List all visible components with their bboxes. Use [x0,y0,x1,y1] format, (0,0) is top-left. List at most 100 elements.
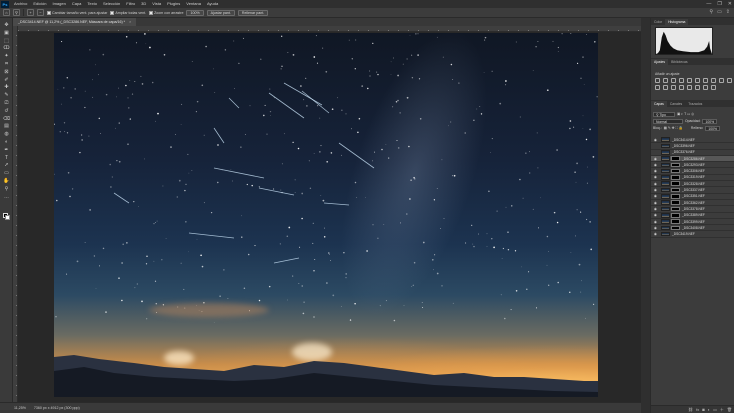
menu-item-texto[interactable]: Texto [84,0,100,8]
menu-item-filtro[interactable]: Filtro [123,0,138,8]
layer-thumbnail[interactable] [661,194,670,199]
visibility-eye-icon[interactable]: ◉ [653,175,658,179]
fill-input[interactable]: 100% [705,125,721,131]
share-icon[interactable]: ⇪ [726,9,730,15]
visibility-eye-icon[interactable]: ◉ [653,138,658,142]
menu-item-3d[interactable]: 3D [138,0,149,8]
menu-item-plugins[interactable]: Plugins [164,0,183,8]
eyedropper-tool-icon[interactable]: ✐ [3,77,10,83]
adjustment-preset-icon[interactable] [703,85,708,90]
minimize-icon[interactable]: — [706,0,711,8]
adjustment-preset-icon[interactable] [727,78,732,83]
zoom-out-icon[interactable]: − [37,9,44,16]
dodge-tool-icon[interactable]: ◐ [3,139,10,145]
trash-icon[interactable]: 🗑 [727,407,732,412]
layer-thumbnail[interactable] [661,206,670,212]
zoom-tool-icon[interactable]: ⚲ [13,9,20,16]
layer-thumbnail[interactable] [661,162,670,168]
layer-mask-thumbnail[interactable] [671,175,680,180]
adjustment-preset-icon[interactable] [671,85,676,90]
tab-layers[interactable]: Capas [651,101,667,107]
layer-mask-thumbnail[interactable] [671,187,680,193]
menu-item-capa[interactable]: Capa [69,0,85,8]
kind-filter-select[interactable]: ⚲ Tipo [653,111,675,117]
adjustment-preset-icon[interactable] [687,78,692,83]
link-icon[interactable]: ⛓ [688,407,693,412]
layer-mask-thumbnail[interactable] [671,219,680,224]
brush-tool-icon[interactable]: ✎ [3,92,10,98]
menu-item-vista[interactable]: Vista [149,0,164,8]
layer-mask-thumbnail[interactable] [671,206,680,212]
canvas-area[interactable] [18,32,641,402]
gradient-tool-icon[interactable]: ▤ [3,123,10,129]
folder-icon[interactable]: ▭ [713,407,717,412]
layer-thumbnail[interactable] [661,212,670,218]
visibility-eye-icon[interactable]: ◉ [653,157,658,161]
layer-mask-thumbnail[interactable] [671,168,680,174]
crop-tool-icon[interactable]: ⌗ [3,61,10,67]
fill-screen-button[interactable]: Rellenar pant. [237,9,269,16]
visibility-eye-icon[interactable]: ◉ [653,169,658,173]
resize-windows-check[interactable]: Cambiar tamaño vent. para ajustar [47,10,107,15]
tab-libraries[interactable]: Bibliotecas [668,59,690,65]
visibility-eye-icon[interactable]: ◉ [653,182,658,186]
close-tab-icon[interactable]: × [129,20,131,24]
blur-tool-icon[interactable]: ◍ [3,131,10,137]
adjustment-preset-icon[interactable] [703,78,708,83]
adjustment-preset-icon[interactable] [655,85,660,90]
visibility-eye-icon[interactable]: ◉ [653,220,658,224]
tab-channels[interactable]: Canales [667,101,685,107]
layer-thumbnail[interactable] [661,175,670,180]
menu-item-selección[interactable]: Selección [100,0,123,8]
blend-mode-select[interactable]: Normal [653,118,683,124]
layer-row[interactable]: ◉ _DSC3419.NEF [651,231,734,238]
adjustment-icon[interactable]: ◐ [708,407,710,412]
layer-mask-thumbnail[interactable] [671,181,680,187]
layer-thumbnail[interactable] [661,156,670,161]
background-color-swatch[interactable] [5,215,10,220]
layer-mask-thumbnail[interactable] [671,225,680,231]
layer-thumbnail[interactable] [661,187,670,193]
layer-thumbnail[interactable] [661,219,670,224]
layer-mask-thumbnail[interactable] [671,156,680,161]
visibility-eye-icon[interactable]: ◉ [653,194,658,198]
tab-histogram[interactable]: Histograma [665,19,689,25]
layer-mask-thumbnail[interactable] [671,200,680,205]
adjustment-preset-icon[interactable] [663,85,668,90]
zoom-tool-icon[interactable]: ⚲ [3,186,10,192]
lasso-tool-icon[interactable]: ↀ [3,45,10,51]
zoom-100-button[interactable]: 100% [186,9,204,16]
adjustment-preset-icon[interactable] [663,78,668,83]
visibility-eye-icon[interactable]: ◉ [653,207,658,211]
fit-screen-button[interactable]: Ajustar pant. [206,9,235,16]
visibility-eye-icon[interactable]: ◉ [653,213,658,217]
history-brush-tool-icon[interactable]: ↺ [3,108,10,114]
adjustment-preset-icon[interactable] [695,85,700,90]
tab-adjustments[interactable]: Ajustes [651,59,669,65]
layer-mask-thumbnail[interactable] [671,162,680,168]
menu-item-edición[interactable]: Edición [30,0,49,8]
path-select-tool-icon[interactable]: ➚ [3,162,10,168]
opacity-input[interactable]: 100% [702,118,718,124]
filter-icons[interactable]: ▣ ◐ T ▭ ◎ [677,112,694,116]
spot-heal-tool-icon[interactable]: ✚ [3,84,10,90]
close-icon[interactable]: ✕ [728,0,732,8]
adjustment-preset-icon[interactable] [695,78,700,83]
menu-item-ayuda[interactable]: Ayuda [204,0,221,8]
layer-thumbnail[interactable] [661,225,670,231]
layer-thumbnail[interactable] [661,200,670,205]
menu-item-archivo[interactable]: Archivo [11,0,30,8]
layer-thumbnail[interactable] [661,168,670,174]
zoom-level[interactable]: 11,25% [14,406,26,410]
zoom-all-windows-check[interactable]: Ampliar todas vent. [110,10,146,15]
new-layer-icon[interactable]: ＋ [720,407,724,413]
mask-icon[interactable]: ◙ [702,407,704,412]
adjustment-preset-icon[interactable] [719,78,724,83]
layer-thumbnail[interactable] [661,231,670,237]
layer-thumbnail[interactable] [661,181,670,187]
eraser-tool-icon[interactable]: ⌫ [3,116,10,122]
menu-item-ventana[interactable]: Ventana [183,0,204,8]
clone-stamp-tool-icon[interactable]: ⎚ [3,100,10,106]
adjustment-preset-icon[interactable] [655,78,660,83]
scrubby-zoom-check[interactable]: Zoom con arrastre [149,10,183,15]
